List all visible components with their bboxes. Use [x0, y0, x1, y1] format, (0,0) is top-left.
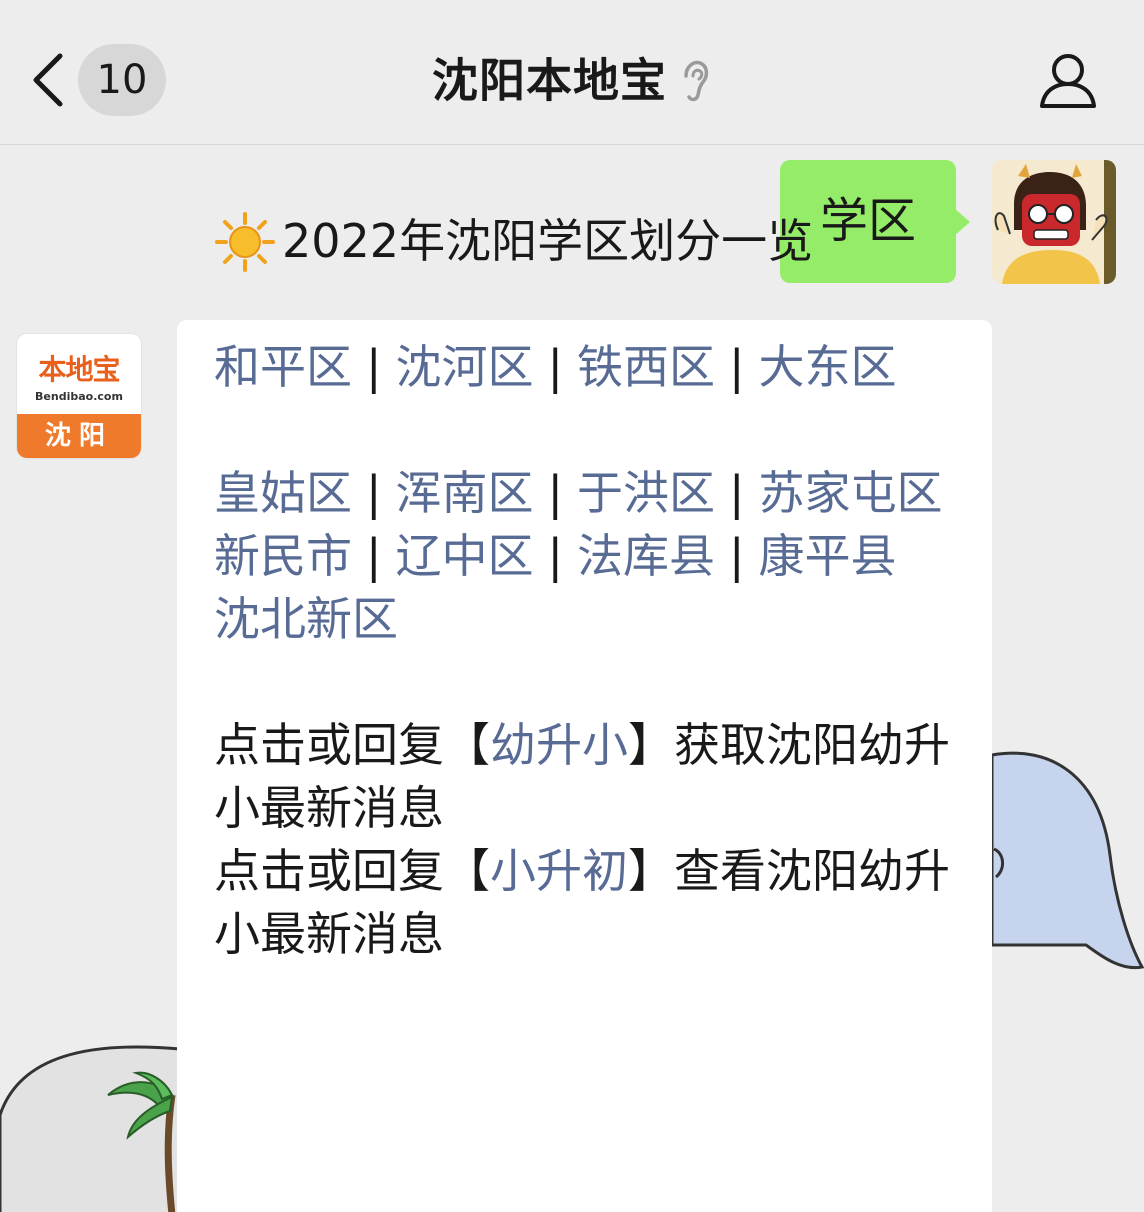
reply-2-prefix: 点击或回复【 — [214, 844, 490, 898]
link-heping[interactable]: 和平区 — [214, 340, 352, 394]
district-row-1: 和平区 | 沈河区 | 铁西区 | 大东区 — [214, 336, 974, 399]
link-shenbei[interactable]: 沈北新区 — [214, 592, 398, 646]
logo-url: Bendibao.com — [35, 390, 123, 403]
sun-icon — [215, 211, 275, 272]
link-faku[interactable]: 法库县 — [577, 529, 715, 583]
cartoon-avatar-image — [992, 160, 1116, 284]
link-kangping[interactable]: 康平县 — [759, 529, 897, 583]
account-avatar[interactable]: 本地宝 Bendibao.com 沈阳 — [17, 334, 141, 458]
separator: | — [729, 340, 745, 394]
link-yuhong[interactable]: 于洪区 — [577, 466, 715, 520]
separator: | — [366, 340, 382, 394]
link-liaozhong[interactable]: 辽中区 — [396, 529, 534, 583]
district-row-2: 皇姑区 | 浑南区 | 于洪区 | 苏家屯区 — [214, 462, 974, 525]
district-row-4: 沈北新区 — [214, 588, 974, 651]
link-dadong[interactable]: 大东区 — [759, 340, 897, 394]
link-huanggu[interactable]: 皇姑区 — [214, 466, 352, 520]
link-xinmin[interactable]: 新民市 — [214, 529, 352, 583]
ear-icon — [684, 60, 709, 101]
chat-title: 沈阳本地宝 — [431, 53, 667, 108]
link-hunnan[interactable]: 浑南区 — [396, 466, 534, 520]
link-sujiatun[interactable]: 苏家屯区 — [759, 466, 943, 520]
logo-brand-name: 本地宝 — [38, 353, 120, 386]
message-heading-row: 2022年沈阳学区划分一览 — [214, 210, 974, 273]
incoming-message-content: 2022年沈阳学区划分一览 和平区 | 沈河区 | 铁西区 | 大东区 皇姑区 | 浑南区 | 于洪… — [214, 210, 974, 966]
reply-instruction-1: 点击或回复【幼升小】获取沈阳幼升小最新消息 — [214, 714, 974, 840]
keyword-link-kindergarten-to-primary[interactable]: 幼升小 — [490, 718, 628, 772]
profile-icon — [1040, 54, 1096, 108]
link-tiexi[interactable]: 铁西区 — [577, 340, 715, 394]
logo-city: 沈阳 — [17, 414, 141, 458]
separator: | — [729, 529, 745, 583]
separator: | — [547, 529, 564, 583]
title-area: 沈阳本地宝 — [0, 44, 1144, 116]
nav-bar: 10 沈阳本地宝 — [0, 0, 1144, 145]
link-shenhe[interactable]: 沈河区 — [396, 340, 534, 394]
reply-1-prefix: 点击或回复【 — [214, 718, 490, 772]
separator: | — [547, 466, 564, 520]
my-avatar[interactable] — [992, 160, 1116, 284]
message-heading: 2022年沈阳学区划分一览 — [282, 214, 814, 268]
separator: | — [729, 466, 745, 520]
logo-top: 本地宝 Bendibao.com — [17, 334, 141, 414]
separator: | — [366, 466, 382, 520]
separator: | — [547, 340, 564, 394]
district-row-3: 新民市 | 辽中区 | 法库县 | 康平县 — [214, 525, 974, 588]
separator: | — [366, 529, 382, 583]
reply-instruction-2: 点击或回复【小升初】查看沈阳幼升小最新消息 — [214, 840, 974, 966]
profile-button[interactable] — [1036, 48, 1100, 112]
island-sticker-decoration — [0, 1045, 200, 1212]
keyword-link-primary-to-middle[interactable]: 小升初 — [490, 844, 628, 898]
